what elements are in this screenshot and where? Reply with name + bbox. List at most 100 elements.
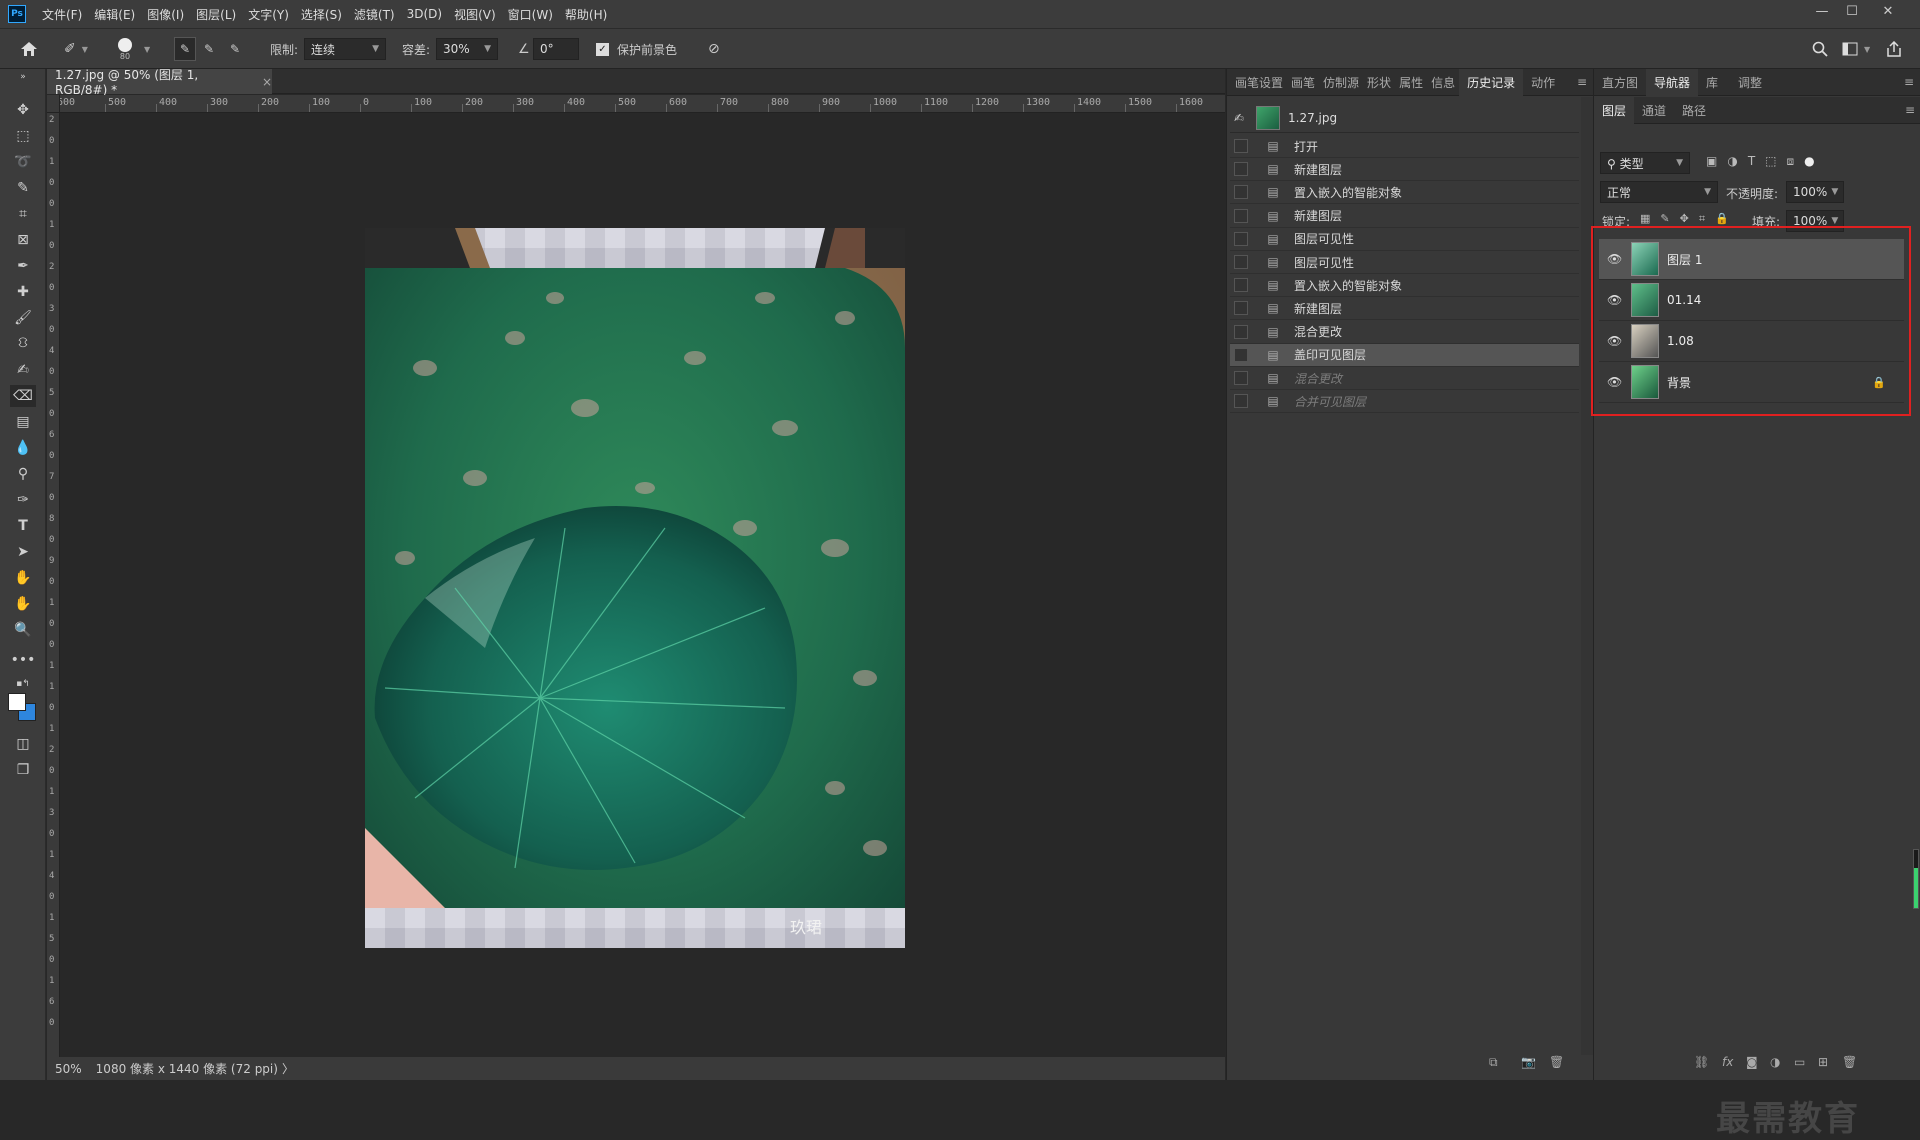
layer-filter-select[interactable]: ⚲ 类型 ▼ <box>1600 152 1690 174</box>
protect-foreground-checkbox[interactable]: ✓ 保护前景色 <box>596 37 677 61</box>
history-checkbox[interactable] <box>1234 255 1248 269</box>
link-layers-icon[interactable]: ⛓ <box>1694 1055 1709 1069</box>
workspace-icon[interactable] <box>1842 37 1858 61</box>
tab-actions[interactable]: 动作 <box>1523 69 1563 96</box>
minimize-button[interactable]: — <box>1808 0 1836 22</box>
opacity-input[interactable]: 100% ▼ <box>1786 181 1844 203</box>
clone-stamp-tool-icon[interactable]: ⛻ <box>10 333 36 355</box>
add-mask-icon[interactable]: ◙ <box>1746 1055 1758 1069</box>
camera-snapshot-icon[interactable]: 📷 <box>1521 1055 1536 1069</box>
lock-transparent-icon[interactable]: ▦ <box>1640 212 1650 226</box>
chevron-down-icon[interactable]: ▼ <box>144 37 150 61</box>
history-item[interactable]: ▤ 新建图层 <box>1230 297 1579 321</box>
blend-mode-select[interactable]: 正常 ▼ <box>1600 181 1718 203</box>
history-item[interactable]: ▤ 置入嵌入的智能对象 <box>1230 274 1579 298</box>
history-item[interactable]: ▤ 合并可见图层 <box>1230 390 1579 414</box>
sampling-background-icon[interactable]: ✎ <box>230 37 240 61</box>
filter-toggle-icon[interactable]: ● <box>1804 154 1814 169</box>
tab-info[interactable]: 信息 <box>1427 69 1459 96</box>
history-checkbox[interactable] <box>1234 371 1248 385</box>
canvas-area[interactable]: 玖珺 <box>61 113 1225 1057</box>
tolerance-input[interactable]: 30% ▼ <box>436 37 498 61</box>
maximize-button[interactable]: ☐ <box>1838 0 1866 22</box>
eye-visibility-icon[interactable]: 👁 <box>1607 252 1625 266</box>
lasso-tool-icon[interactable]: ➰ <box>10 151 36 173</box>
panel-menu-icon[interactable]: ≡ <box>1900 69 1920 96</box>
menu-edit[interactable]: 编辑(E) <box>88 6 141 23</box>
menu-view[interactable]: 视图(V) <box>448 6 502 23</box>
menu-image[interactable]: 图像(I) <box>141 6 190 23</box>
document-tab[interactable]: 1.27.jpg @ 50% (图层 1, RGB/8#) * × <box>47 68 272 97</box>
tool-preset-picker[interactable]: ✐ ▼ <box>64 37 88 61</box>
filter-smart-object-icon[interactable]: ⧈ <box>1787 154 1795 169</box>
screen-mode-icon[interactable]: ❐ <box>10 759 36 781</box>
new-document-from-state-icon[interactable]: ⧉ <box>1489 1055 1498 1070</box>
history-item[interactable]: ▤ 新建图层 <box>1230 205 1579 228</box>
blur-tool-icon[interactable]: 💧 <box>10 437 36 459</box>
history-item[interactable]: ▤ 混合更改 <box>1230 321 1579 344</box>
eye-visibility-icon[interactable]: 👁 <box>1607 375 1625 389</box>
filter-adjustment-icon[interactable]: ◑ <box>1727 154 1737 169</box>
history-checkbox[interactable] <box>1234 139 1248 153</box>
history-item[interactable]: ▤ 打开 <box>1230 135 1579 158</box>
limit-select[interactable]: 连续 ▼ <box>304 37 386 61</box>
eyedropper-tool-icon[interactable]: ✒ <box>10 255 36 277</box>
collapse-toolbox-icon[interactable]: » <box>10 72 36 82</box>
home-icon[interactable] <box>20 37 38 61</box>
lock-image-icon[interactable]: ✎ <box>1660 212 1669 226</box>
menu-select[interactable]: 选择(S) <box>295 6 348 23</box>
panel-menu-icon[interactable]: ≡ <box>1901 97 1920 124</box>
history-item[interactable]: ▤ 盖印可见图层 <box>1230 343 1579 367</box>
pen-tool-icon[interactable]: ✑ <box>10 489 36 511</box>
history-checkbox[interactable] <box>1234 162 1248 177</box>
brush-tool-icon[interactable]: 🖌 <box>10 307 36 329</box>
foreground-color-swatch[interactable] <box>8 693 26 711</box>
tab-libraries[interactable]: 库 <box>1698 69 1726 96</box>
photoshop-logo[interactable]: Ps <box>8 5 26 23</box>
history-item[interactable]: ▤ 图层可见性 <box>1230 251 1579 274</box>
hand-tool-icon[interactable]: ✋ <box>10 593 36 615</box>
history-brush-tool-icon[interactable]: ✍ <box>10 359 36 381</box>
gradient-tool-icon[interactable]: ▤ <box>10 411 36 433</box>
eye-visibility-icon[interactable]: 👁 <box>1607 334 1625 348</box>
layer-row[interactable]: 👁 图层 1 <box>1599 239 1904 280</box>
document-image[interactable]: 玖珺 <box>365 228 905 948</box>
history-brush-source-icon[interactable]: ✍ <box>1234 111 1250 125</box>
menu-file[interactable]: 文件(F) <box>36 6 88 23</box>
tab-navigator[interactable]: 导航器 <box>1646 68 1699 96</box>
type-tool-icon[interactable]: T <box>10 515 36 537</box>
layer-row[interactable]: 👁 01.14 <box>1599 280 1904 321</box>
history-checkbox[interactable] <box>1234 185 1248 200</box>
share-icon[interactable] <box>1886 37 1902 61</box>
history-item[interactable]: ▤ 新建图层 <box>1230 158 1579 182</box>
new-layer-icon[interactable]: ⊞ <box>1818 1055 1828 1069</box>
trash-icon[interactable]: 🗑 <box>1842 1055 1857 1069</box>
sampling-once-icon[interactable]: ✎ <box>204 37 214 61</box>
history-checkbox[interactable] <box>1234 301 1248 316</box>
angle-input[interactable]: 0° <box>533 37 579 61</box>
quick-mask-icon[interactable]: ◫ <box>10 733 36 755</box>
history-snapshot[interactable]: ✍ 1.27.jpg <box>1230 105 1579 131</box>
status-menu-arrow-icon[interactable]: 〉 <box>282 1060 294 1077</box>
chevron-down-icon[interactable]: ▼ <box>1864 37 1870 61</box>
menu-window[interactable]: 窗口(W) <box>502 6 559 23</box>
eraser-tool-icon[interactable]: ⌫ <box>10 385 36 407</box>
fx-icon[interactable]: fx <box>1722 1055 1733 1069</box>
history-checkbox[interactable] <box>1234 324 1248 339</box>
history-item[interactable]: ▤ 混合更改 <box>1230 367 1579 390</box>
tab-adjustments[interactable]: 调整 <box>1726 69 1774 96</box>
new-group-icon[interactable]: ▭ <box>1794 1055 1805 1069</box>
brush-size-picker[interactable]: 80 <box>118 37 132 61</box>
history-item[interactable]: ▤ 置入嵌入的智能对象 <box>1230 181 1579 205</box>
search-icon[interactable] <box>1812 37 1828 61</box>
menu-help[interactable]: 帮助(H) <box>559 6 613 23</box>
tab-brush[interactable]: 画笔 <box>1287 69 1319 96</box>
history-checkbox[interactable] <box>1234 394 1248 409</box>
eye-visibility-icon[interactable]: 👁 <box>1607 293 1625 307</box>
healing-brush-tool-icon[interactable]: ✚ <box>10 281 36 303</box>
history-checkbox[interactable] <box>1234 347 1248 362</box>
tab-paths[interactable]: 路径 <box>1674 97 1714 124</box>
frame-tool-icon[interactable]: ⊠ <box>10 229 36 251</box>
sampling-continuous-icon[interactable]: ✎ <box>174 37 196 61</box>
menu-layer[interactable]: 图层(L) <box>190 6 242 23</box>
